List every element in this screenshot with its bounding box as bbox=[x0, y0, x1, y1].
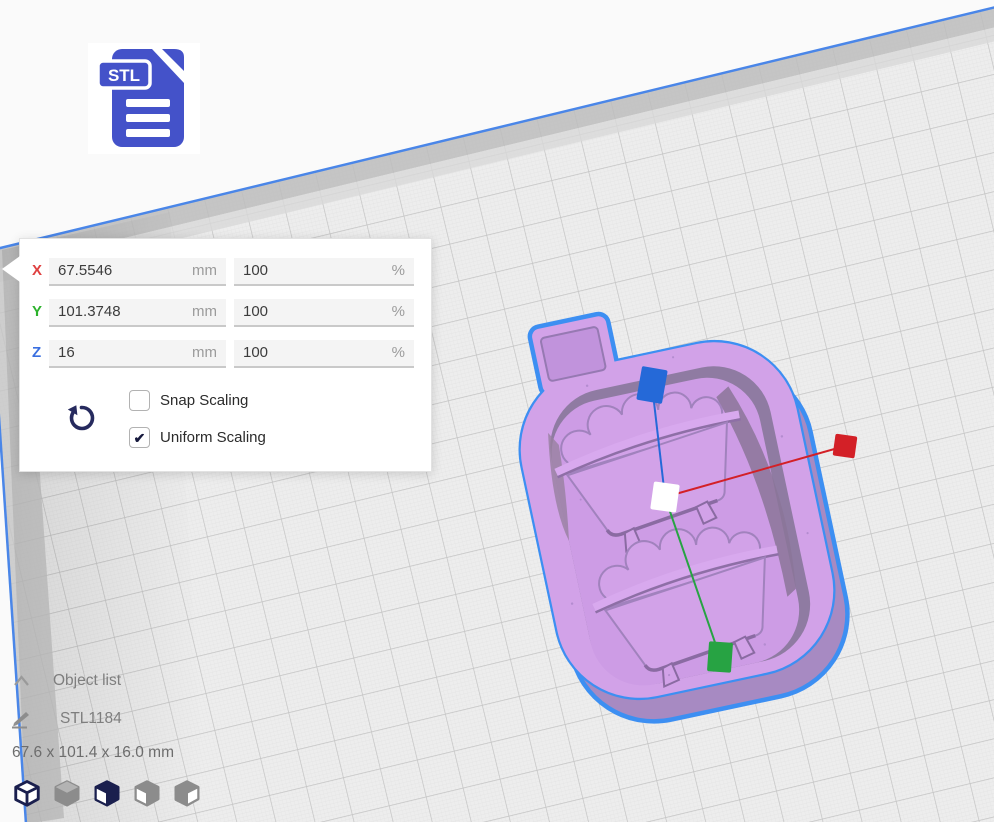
object-list-toggle[interactable]: Object list bbox=[12, 672, 121, 690]
cube-right-view-icon bbox=[172, 779, 202, 809]
application-viewport: STL X 67.5546 mm 100 % Y 101.3748 mm bbox=[0, 0, 994, 822]
scale-handle-y[interactable] bbox=[707, 641, 733, 673]
z-size-unit: mm bbox=[192, 344, 217, 361]
reset-scale-button[interactable] bbox=[65, 401, 99, 435]
scale-handle-x[interactable] bbox=[833, 434, 858, 459]
uniform-scaling-checkbox[interactable]: ✔ bbox=[129, 427, 150, 448]
uniform-scaling-row: ✔ Uniform Scaling bbox=[129, 427, 266, 448]
checkmark-icon: ✔ bbox=[134, 431, 146, 445]
model-dimensions-label: 67.6 x 101.4 x 16.0 mm bbox=[12, 744, 174, 762]
y-size-field[interactable]: 101.3748 mm bbox=[49, 299, 226, 327]
scale-row-z: Z 16 mm 100 % bbox=[20, 340, 431, 368]
z-percent-unit: % bbox=[392, 344, 405, 361]
scale-tool-panel: X 67.5546 mm 100 % Y 101.3748 mm 100 % Z bbox=[19, 238, 432, 472]
rotate-ccw-reset-icon bbox=[65, 401, 99, 435]
stl-badge-text: STL bbox=[108, 66, 140, 85]
y-percent-unit: % bbox=[392, 303, 405, 320]
x-percent-field[interactable]: 100 % bbox=[234, 258, 414, 286]
view-left-button[interactable] bbox=[130, 778, 163, 812]
y-axis-label: Y bbox=[32, 303, 50, 320]
x-axis-label: X bbox=[32, 262, 50, 279]
x-size-unit: mm bbox=[192, 262, 217, 279]
object-list-label: Object list bbox=[53, 672, 121, 690]
panel-pointer-arrow bbox=[2, 256, 20, 282]
cube-left-view-icon bbox=[132, 779, 162, 809]
view-3d-button[interactable] bbox=[10, 778, 43, 812]
y-size-unit: mm bbox=[192, 303, 217, 320]
chevron-up-icon bbox=[12, 674, 31, 688]
object-item-name: STL1184 bbox=[60, 710, 122, 728]
z-percent-field[interactable]: 100 % bbox=[234, 340, 414, 368]
scale-row-x: X 67.5546 mm 100 % bbox=[20, 258, 431, 286]
view-front-button[interactable] bbox=[50, 778, 83, 812]
uniform-scaling-label: Uniform Scaling bbox=[160, 429, 266, 446]
object-list-item[interactable]: STL1184 bbox=[10, 708, 122, 730]
x-percent-unit: % bbox=[392, 262, 405, 279]
snap-scaling-label: Snap Scaling bbox=[160, 392, 248, 409]
cube-front-view-icon bbox=[52, 779, 82, 809]
stl-file-thumbnail: STL bbox=[88, 43, 200, 154]
cube-top-view-icon bbox=[92, 779, 122, 809]
edit-pencil-icon bbox=[10, 708, 34, 730]
scale-row-y: Y 101.3748 mm 100 % bbox=[20, 299, 431, 327]
camera-view-toolbar bbox=[10, 778, 203, 812]
view-top-button[interactable] bbox=[90, 778, 123, 812]
y-percent-field[interactable]: 100 % bbox=[234, 299, 414, 327]
z-size-field[interactable]: 16 mm bbox=[49, 340, 226, 368]
cube-3d-view-icon bbox=[12, 779, 42, 809]
x-size-field[interactable]: 67.5546 mm bbox=[49, 258, 226, 286]
view-right-button[interactable] bbox=[170, 778, 203, 812]
scale-handle-center[interactable] bbox=[650, 481, 680, 512]
z-axis-label: Z bbox=[32, 344, 50, 361]
stl-file-icon: STL bbox=[96, 47, 192, 151]
snap-scaling-row: Snap Scaling bbox=[129, 390, 248, 411]
snap-scaling-checkbox[interactable] bbox=[129, 390, 150, 411]
